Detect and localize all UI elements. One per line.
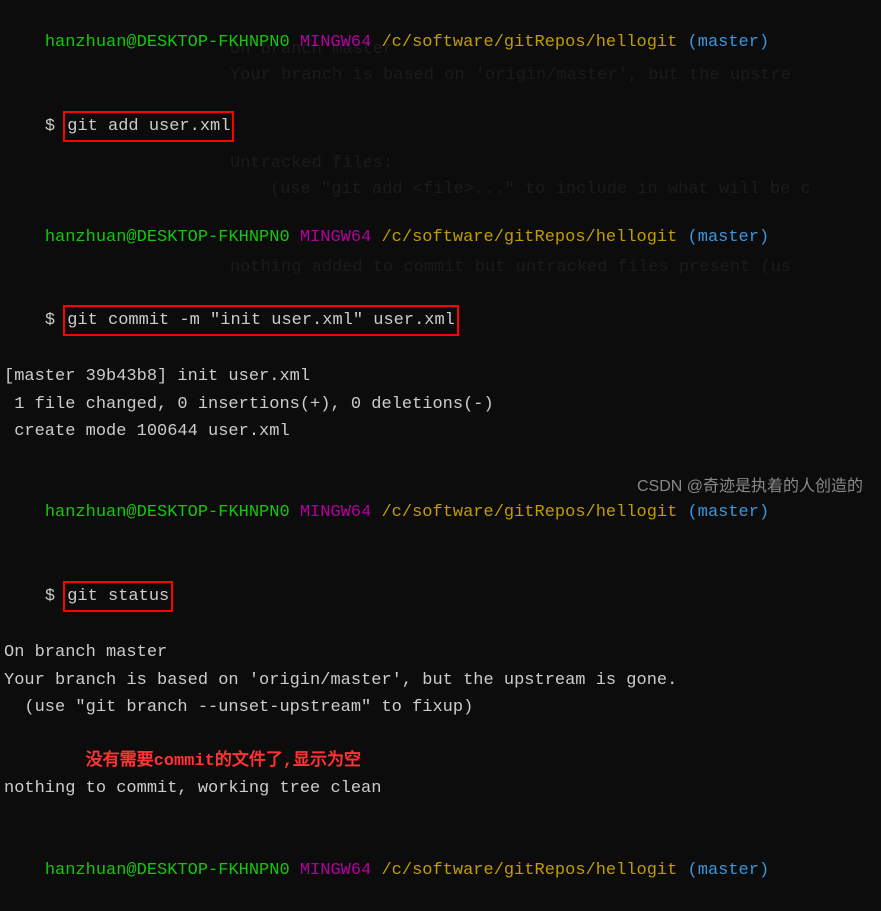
- prompt-line-4[interactable]: hanzhuan@DESKTOP-FKHNPN0 MINGW64 /c/soft…: [4, 830, 877, 911]
- blank-line: [4, 169, 877, 196]
- prompt-env: MINGW64: [300, 33, 371, 52]
- terminal-output: hanzhuan@DESKTOP-FKHNPN0 MINGW64 /c/soft…: [4, 2, 877, 911]
- output-line: create mode 100644 user.xml: [4, 418, 877, 445]
- prompt-symbol: $: [45, 117, 65, 136]
- command-line-2[interactable]: $ git commit -m "init user.xml" user.xml: [4, 278, 877, 364]
- output-line: Your branch is based on 'origin/master',…: [4, 667, 877, 694]
- output-line: 1 file changed, 0 insertions(+), 0 delet…: [4, 391, 877, 418]
- command-text: git commit -m "init user.xml" user.xml: [67, 311, 455, 330]
- prompt-path: /c/software/gitRepos/hellogit: [381, 503, 677, 522]
- prompt-branch: (master): [688, 861, 770, 880]
- watermark-text: CSDN @奇迹是执着的人创造的: [637, 474, 863, 500]
- annotation-text: 没有需要commit的文件了,显示为空: [4, 748, 877, 775]
- prompt-branch: (master): [688, 503, 770, 522]
- prompt-user: hanzhuan@DESKTOP-FKHNPN0: [45, 228, 290, 247]
- prompt-path: /c/software/gitRepos/hellogit: [381, 228, 677, 247]
- highlight-box: git add user.xml: [63, 111, 234, 142]
- blank-line: [4, 802, 877, 829]
- output-line: nothing to commit, working tree clean: [4, 775, 877, 802]
- prompt-path: /c/software/gitRepos/hellogit: [381, 861, 677, 880]
- highlight-box: git status: [63, 581, 173, 612]
- prompt-branch: (master): [688, 228, 770, 247]
- blank-line: [4, 721, 877, 748]
- command-text: git add user.xml: [67, 117, 230, 136]
- prompt-env: MINGW64: [300, 503, 371, 522]
- blank-line: [4, 445, 877, 472]
- prompt-branch: (master): [688, 33, 770, 52]
- output-line: (use "git branch --unset-upstream" to fi…: [4, 694, 877, 721]
- prompt-env: MINGW64: [300, 861, 371, 880]
- command-line-3[interactable]: $ git status: [4, 554, 877, 640]
- output-line: On branch master: [4, 639, 877, 666]
- output-line: [master 39b43b8] init user.xml: [4, 363, 877, 390]
- command-text: git status: [67, 587, 169, 606]
- prompt-user: hanzhuan@DESKTOP-FKHNPN0: [45, 33, 290, 52]
- prompt-env: MINGW64: [300, 228, 371, 247]
- prompt-line-2[interactable]: hanzhuan@DESKTOP-FKHNPN0 MINGW64 /c/soft…: [4, 196, 877, 278]
- command-line-1[interactable]: $ git add user.xml: [4, 84, 877, 170]
- prompt-symbol: $: [45, 587, 65, 606]
- prompt-user: hanzhuan@DESKTOP-FKHNPN0: [45, 503, 290, 522]
- prompt-symbol: $: [45, 311, 65, 330]
- prompt-user: hanzhuan@DESKTOP-FKHNPN0: [45, 861, 290, 880]
- prompt-path: /c/software/gitRepos/hellogit: [381, 33, 677, 52]
- highlight-box: git commit -m "init user.xml" user.xml: [63, 305, 459, 336]
- prompt-line-1[interactable]: hanzhuan@DESKTOP-FKHNPN0 MINGW64 /c/soft…: [4, 2, 877, 84]
